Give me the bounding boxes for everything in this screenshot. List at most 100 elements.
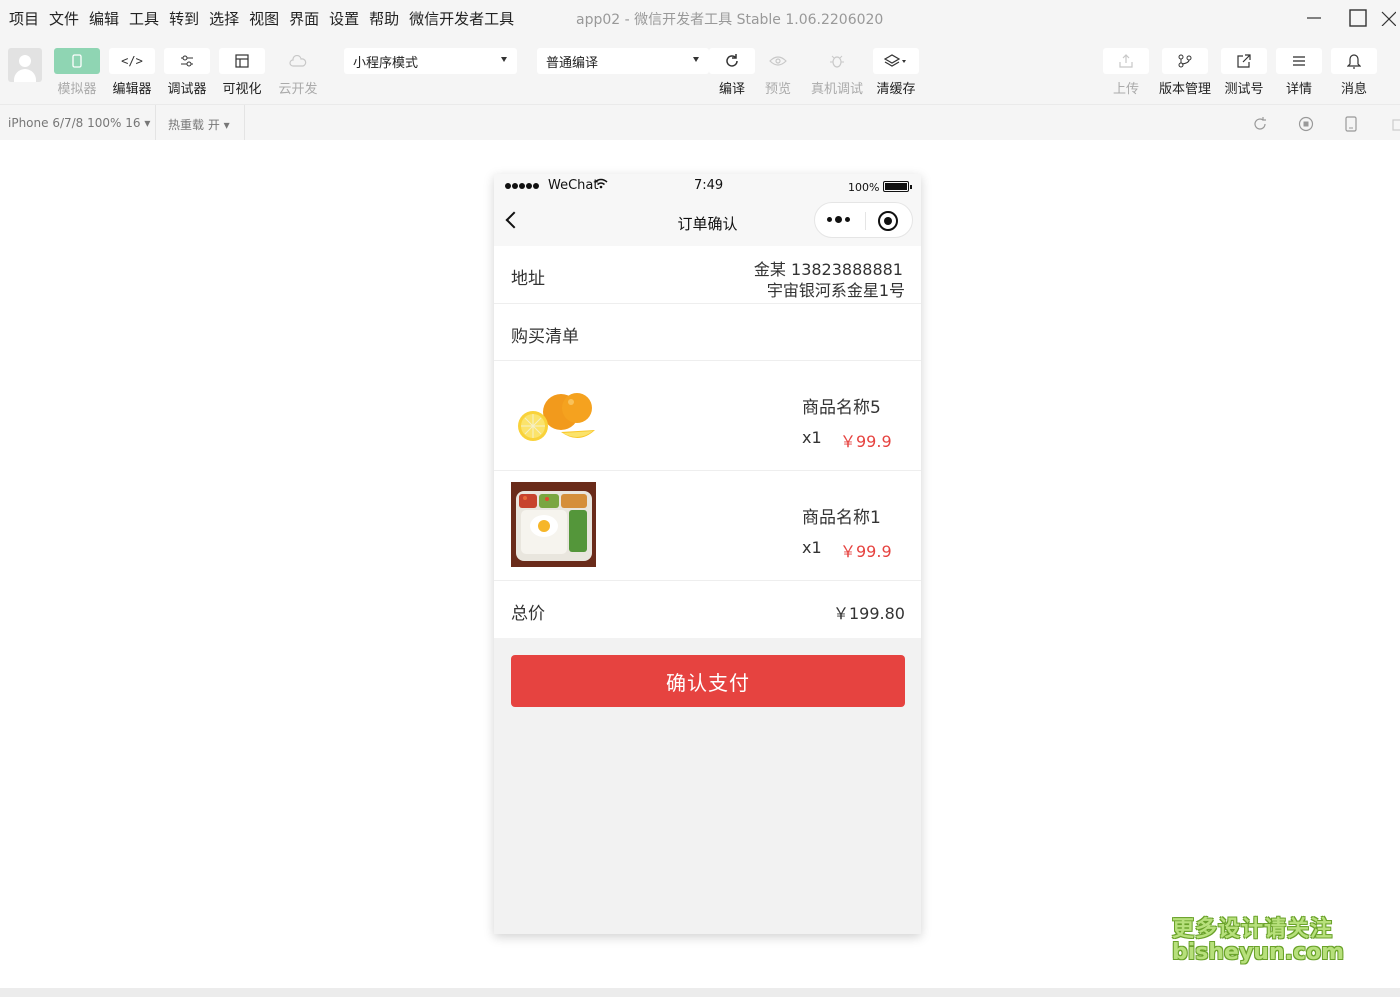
debug-sliders-icon: [180, 55, 194, 67]
window-title: app02 - 微信开发者工具 Stable 1.06.2206020: [576, 9, 883, 29]
clear-cache-label: 清缓存: [863, 78, 929, 97]
address-label: 地址: [511, 264, 545, 289]
stop-button[interactable]: [1297, 115, 1315, 133]
close-icon: [1380, 10, 1396, 26]
menu-goto[interactable]: 转到: [164, 8, 204, 29]
close-button[interactable]: [1380, 0, 1400, 36]
watermark-line2: bisheyun.com: [1172, 941, 1344, 964]
layout-icon: [235, 54, 249, 68]
goods-price: ￥99.9: [840, 428, 892, 452]
main-toolbar: 模拟器 </> 编辑器 调试器 可视化 云开发 小程序模式 普通编译 编译 预览…: [0, 36, 1400, 104]
compile-select-value: 普通编译: [546, 52, 598, 71]
watermark-line1: 更多设计请关注: [1172, 918, 1344, 941]
menu-help[interactable]: 帮助: [364, 8, 404, 29]
test-account-button[interactable]: 测试号: [1221, 48, 1267, 97]
minimize-button[interactable]: [1292, 0, 1336, 36]
messages-label: 消息: [1321, 78, 1387, 97]
phone-icon: [72, 54, 82, 68]
goods-price: ￥99.9: [840, 538, 892, 562]
menu-view[interactable]: 视图: [244, 8, 284, 29]
menu-project[interactable]: 项目: [0, 8, 44, 29]
popout-button[interactable]: [1388, 115, 1400, 133]
status-time: 7:49: [694, 178, 723, 193]
close-miniprogram-icon[interactable]: [878, 211, 898, 231]
menu-bar: 项目 文件 编辑 工具 转到 选择 视图 界面 设置 帮助 微信开发者工具 ap…: [0, 0, 1400, 36]
refresh-icon: [724, 53, 740, 69]
compile-select[interactable]: 普通编译: [537, 48, 709, 74]
hot-reload-select[interactable]: 热重载 开 ▾: [168, 116, 230, 133]
menu-edit[interactable]: 编辑: [84, 8, 124, 29]
upload-label: 上传: [1093, 78, 1159, 97]
phone-simulator: WeChat 7:49 100% 订单确认 地址 金某 13823888881 …: [494, 174, 921, 934]
stop-icon: [1298, 116, 1314, 132]
goods-qty: x1: [802, 538, 822, 557]
device-debug-button[interactable]: 真机调试: [814, 48, 860, 97]
menu-lines-icon: [1292, 55, 1306, 67]
menu-interface[interactable]: 界面: [284, 8, 324, 29]
simulator-button[interactable]: 模拟器: [54, 48, 100, 97]
list-item[interactable]: 商品名称5 x1 ￥99.9: [494, 361, 921, 471]
more-icon[interactable]: [827, 216, 850, 223]
bento-image: [511, 482, 596, 567]
window-controls: [1292, 0, 1400, 36]
carrier-name: WeChat: [548, 178, 598, 193]
upload-button[interactable]: 上传: [1103, 48, 1149, 97]
total-row: 总价 ￥199.80: [494, 581, 921, 638]
mode-select[interactable]: 小程序模式: [344, 48, 517, 74]
external-link-icon: [1237, 54, 1251, 68]
device-frame-button[interactable]: [1342, 115, 1360, 133]
total-value: ￥199.80: [833, 600, 905, 624]
battery-percent: 100%: [848, 181, 879, 194]
user-avatar[interactable]: [8, 48, 42, 82]
maximize-button[interactable]: [1336, 0, 1380, 36]
chevron-down-icon: [693, 57, 699, 62]
code-icon: </>: [121, 54, 143, 68]
battery-icon: [883, 181, 909, 192]
list-item[interactable]: 商品名称1 x1 ￥99.9: [494, 471, 921, 581]
mode-select-value: 小程序模式: [353, 52, 418, 71]
minimize-icon: [1306, 10, 1322, 26]
address-row[interactable]: 地址 金某 13823888881 宇宙银河系金星1号: [494, 246, 921, 304]
maximize-icon: [1349, 9, 1367, 27]
popout-icon: [1391, 116, 1400, 132]
total-label: 总价: [511, 599, 545, 624]
list-header-row: 购买清单: [494, 304, 921, 361]
list-header-label: 购买清单: [511, 322, 579, 347]
clear-cache-button[interactable]: 清缓存: [873, 48, 919, 97]
debugger-button[interactable]: 调试器: [164, 48, 210, 97]
menu-tools[interactable]: 工具: [124, 8, 164, 29]
rotate-icon: [1252, 116, 1268, 132]
bug-icon: [829, 53, 845, 69]
device-select[interactable]: iPhone 6/7/8 100% 16 ▾: [8, 116, 150, 130]
orange-image: [511, 372, 596, 457]
goods-qty: x1: [802, 428, 822, 447]
capsule-menu[interactable]: [814, 202, 913, 238]
details-button[interactable]: 详情: [1276, 48, 1322, 97]
bell-icon: [1347, 53, 1361, 69]
cloud-icon: [289, 55, 307, 67]
watermark: 更多设计请关注 bisheyun.com: [1172, 918, 1344, 964]
menu-file[interactable]: 文件: [44, 8, 84, 29]
preview-label: 预览: [745, 78, 811, 97]
confirm-pay-button[interactable]: 确认支付: [511, 655, 905, 707]
cloud-dev-label: 云开发: [265, 78, 331, 97]
chevron-down-icon: [501, 57, 507, 62]
visual-button[interactable]: 可视化: [219, 48, 265, 97]
menu-devtools[interactable]: 微信开发者工具: [404, 8, 519, 29]
cloud-dev-button[interactable]: 云开发: [275, 48, 321, 97]
messages-button[interactable]: 消息: [1331, 48, 1377, 97]
status-strip: [0, 988, 1400, 997]
layers-icon: [884, 54, 908, 68]
goods-name: 商品名称1: [802, 503, 881, 528]
simulator-bar: iPhone 6/7/8 100% 16 ▾ 热重载 开 ▾: [0, 104, 1400, 140]
page-nav-bar: 订单确认: [494, 198, 921, 246]
upload-icon: [1119, 54, 1133, 68]
address-detail: 宇宙银河系金星1号: [767, 277, 905, 301]
menu-settings[interactable]: 设置: [324, 8, 364, 29]
rotate-button[interactable]: [1251, 115, 1269, 133]
branch-icon: [1178, 54, 1192, 68]
menu-select[interactable]: 选择: [204, 8, 244, 29]
version-button[interactable]: 版本管理: [1162, 48, 1208, 97]
editor-button[interactable]: </> 编辑器: [109, 48, 155, 97]
preview-button[interactable]: 预览: [755, 48, 801, 97]
